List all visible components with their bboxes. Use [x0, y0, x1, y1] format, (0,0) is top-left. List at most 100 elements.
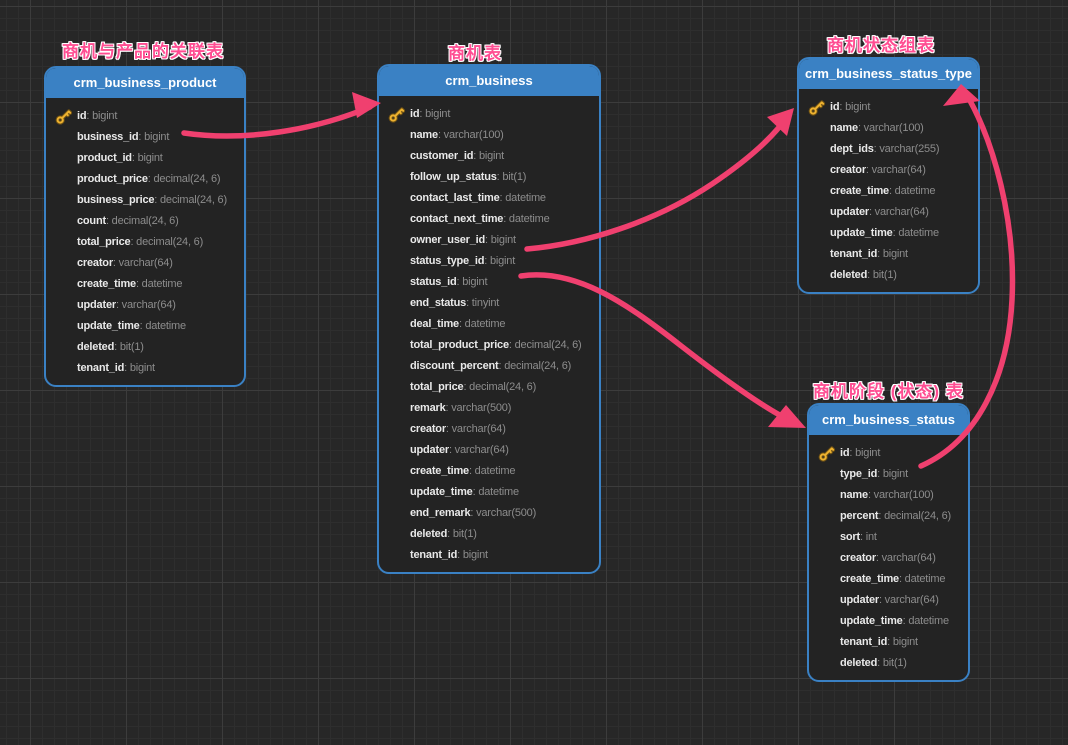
field-type: int — [860, 531, 877, 543]
primary-key-icon — [388, 106, 405, 123]
field-name: total_price — [410, 381, 463, 393]
field-row-id[interactable]: idbigint — [809, 443, 968, 464]
field-type: varchar(100) — [868, 489, 934, 501]
field-row-status_type_id[interactable]: status_type_idbigint — [379, 251, 599, 272]
field-name: product_price — [77, 173, 148, 185]
diagram-canvas[interactable]: 商机与产品的关联表crm_business_productidbigintbus… — [0, 0, 1068, 745]
field-row-owner_user_id[interactable]: owner_user_idbigint — [379, 230, 599, 251]
field-row-deal_time[interactable]: deal_timedatetime — [379, 314, 599, 335]
field-row-deleted[interactable]: deletedbit(1) — [46, 337, 244, 358]
field-row-tenant_id[interactable]: tenant_idbigint — [809, 632, 968, 653]
field-row-creator[interactable]: creatorvarchar(64) — [809, 548, 968, 569]
field-row-total_price[interactable]: total_pricedecimal(24, 6) — [46, 232, 244, 253]
field-type: bigint — [877, 248, 908, 260]
primary-key-icon — [818, 445, 835, 462]
table-annotation-crm_business_status_type: 商机状态组表 — [827, 31, 935, 56]
field-row-updater[interactable]: updatervarchar(64) — [799, 202, 978, 223]
field-row-sort[interactable]: sortint — [809, 527, 968, 548]
field-type: bigint — [138, 131, 169, 143]
table-annotation-crm_business_product: 商机与产品的关联表 — [62, 37, 224, 62]
field-row-count[interactable]: countdecimal(24, 6) — [46, 211, 244, 232]
table-annotation-crm_business: 商机表 — [448, 39, 502, 64]
field-name: name — [410, 129, 438, 141]
field-row-updater[interactable]: updatervarchar(64) — [809, 590, 968, 611]
field-type: varchar(255) — [874, 143, 940, 155]
field-type: bit(1) — [447, 528, 477, 540]
field-row-tenant_id[interactable]: tenant_idbigint — [799, 244, 978, 265]
field-type: bigint — [887, 636, 918, 648]
field-row-percent[interactable]: percentdecimal(24, 6) — [809, 506, 968, 527]
table-header-crm_business_product[interactable]: crm_business_product — [46, 68, 244, 98]
field-row-follow_up_status[interactable]: follow_up_statusbit(1) — [379, 167, 599, 188]
table-header-crm_business_status_type[interactable]: crm_business_status_type — [799, 59, 978, 89]
field-row-create_time[interactable]: create_timedatetime — [809, 569, 968, 590]
field-type: varchar(64) — [869, 206, 929, 218]
field-row-tenant_id[interactable]: tenant_idbigint — [46, 358, 244, 379]
field-type: varchar(64) — [449, 444, 509, 456]
field-row-business_price[interactable]: business_pricedecimal(24, 6) — [46, 190, 244, 211]
field-row-updater[interactable]: updatervarchar(64) — [46, 295, 244, 316]
field-row-deleted[interactable]: deletedbit(1) — [379, 524, 599, 545]
field-row-end_remark[interactable]: end_remarkvarchar(500) — [379, 503, 599, 524]
field-type: datetime — [899, 573, 945, 585]
table-crm_business[interactable]: crm_businessidbigintnamevarchar(100)cust… — [377, 64, 601, 574]
field-row-creator[interactable]: creatorvarchar(64) — [799, 160, 978, 181]
field-name: type_id — [840, 468, 877, 480]
field-name: create_time — [830, 185, 889, 197]
field-name: id — [77, 110, 86, 122]
field-row-total_product_price[interactable]: total_product_pricedecimal(24, 6) — [379, 335, 599, 356]
field-row-update_time[interactable]: update_timedatetime — [379, 482, 599, 503]
field-row-remark[interactable]: remarkvarchar(500) — [379, 398, 599, 419]
field-row-end_status[interactable]: end_statustinyint — [379, 293, 599, 314]
field-row-create_time[interactable]: create_timedatetime — [379, 461, 599, 482]
field-type: tinyint — [466, 297, 499, 309]
field-name: creator — [840, 552, 876, 564]
field-row-create_time[interactable]: create_timedatetime — [46, 274, 244, 295]
field-row-total_price[interactable]: total_pricedecimal(24, 6) — [379, 377, 599, 398]
field-row-contact_last_time[interactable]: contact_last_timedatetime — [379, 188, 599, 209]
table-header-crm_business_status[interactable]: crm_business_status — [809, 405, 968, 435]
field-row-customer_id[interactable]: customer_idbigint — [379, 146, 599, 167]
field-row-id[interactable]: idbigint — [46, 106, 244, 127]
field-row-name[interactable]: namevarchar(100) — [809, 485, 968, 506]
field-row-deleted[interactable]: deletedbit(1) — [809, 653, 968, 674]
field-row-create_time[interactable]: create_timedatetime — [799, 181, 978, 202]
field-name: creator — [830, 164, 866, 176]
field-name: status_type_id — [410, 255, 484, 267]
field-type: datetime — [136, 278, 182, 290]
field-row-name[interactable]: namevarchar(100) — [379, 125, 599, 146]
field-row-contact_next_time[interactable]: contact_next_timedatetime — [379, 209, 599, 230]
field-row-update_time[interactable]: update_timedatetime — [46, 316, 244, 337]
field-type: bigint — [839, 101, 870, 113]
field-type: datetime — [903, 615, 949, 627]
field-row-business_id[interactable]: business_idbigint — [46, 127, 244, 148]
arrowhead-icon — [767, 108, 794, 136]
field-row-update_time[interactable]: update_timedatetime — [799, 223, 978, 244]
field-row-id[interactable]: idbigint — [379, 104, 599, 125]
field-name: follow_up_status — [410, 171, 497, 183]
field-row-product_id[interactable]: product_idbigint — [46, 148, 244, 169]
table-header-crm_business[interactable]: crm_business — [379, 66, 599, 96]
table-crm_business_product[interactable]: crm_business_productidbigintbusiness_idb… — [44, 66, 246, 387]
field-row-discount_percent[interactable]: discount_percentdecimal(24, 6) — [379, 356, 599, 377]
field-row-tenant_id[interactable]: tenant_idbigint — [379, 545, 599, 566]
field-row-name[interactable]: namevarchar(100) — [799, 118, 978, 139]
field-type: datetime — [473, 486, 519, 498]
field-row-deleted[interactable]: deletedbit(1) — [799, 265, 978, 286]
field-row-creator[interactable]: creatorvarchar(64) — [379, 419, 599, 440]
field-row-status_id[interactable]: status_idbigint — [379, 272, 599, 293]
table-body: idbigintnamevarchar(100)customer_idbigin… — [379, 96, 599, 572]
table-crm_business_status_type[interactable]: crm_business_status_type idbigintnamevarc… — [797, 57, 980, 294]
field-row-dept_ids[interactable]: dept_idsvarchar(255) — [799, 139, 978, 160]
field-row-update_time[interactable]: update_timedatetime — [809, 611, 968, 632]
field-row-updater[interactable]: updatervarchar(64) — [379, 440, 599, 461]
field-name: customer_id — [410, 150, 473, 162]
field-row-type_id[interactable]: type_idbigint — [809, 464, 968, 485]
table-crm_business_status[interactable]: crm_business_statusidbiginttype_idbigint… — [807, 403, 970, 682]
field-name: end_status — [410, 297, 466, 309]
field-row-product_price[interactable]: product_pricedecimal(24, 6) — [46, 169, 244, 190]
field-row-creator[interactable]: creatorvarchar(64) — [46, 253, 244, 274]
field-type: bigint — [124, 362, 155, 374]
field-type: bit(1) — [867, 269, 897, 281]
field-row-id[interactable]: idbigint — [799, 97, 978, 118]
